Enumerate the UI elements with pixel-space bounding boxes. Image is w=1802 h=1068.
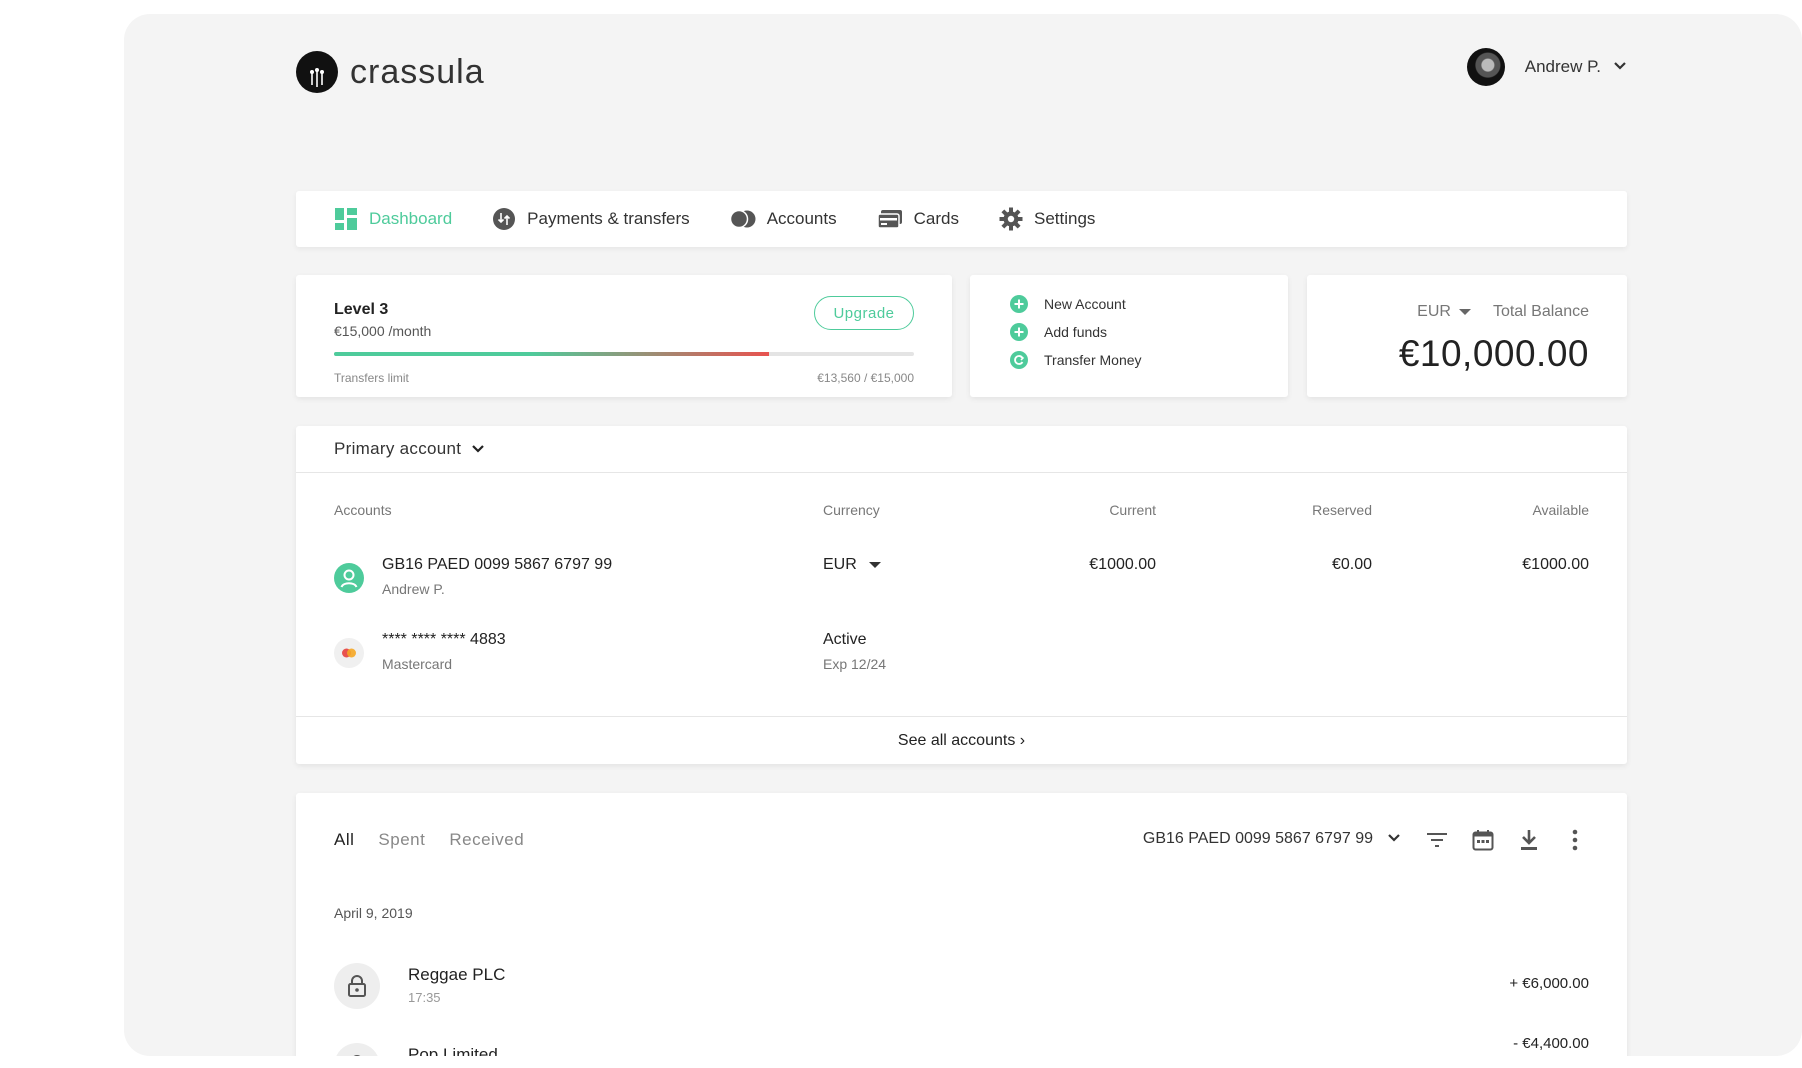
- app-window: crassula Andrew P. Dashboard Payments & …: [124, 14, 1802, 1056]
- mastercard-icon: [334, 638, 364, 668]
- nav-label: Dashboard: [369, 209, 453, 228]
- brand-logo[interactable]: crassula: [296, 50, 485, 94]
- total-balance-card: EUR Total Balance €10,000.00: [1307, 275, 1627, 397]
- column-header-available: Available: [1532, 502, 1589, 518]
- avatar: [1466, 48, 1505, 86]
- column-header-currency: Currency: [823, 502, 880, 518]
- filter-icon[interactable]: [1423, 826, 1451, 854]
- see-all-accounts-link[interactable]: See all accounts ›: [296, 716, 1627, 764]
- logo-icon: [296, 51, 338, 93]
- accounts-icon: [729, 207, 756, 231]
- chevron-down-icon: [1387, 830, 1401, 848]
- transactions-panel: All Spent Received GB16 PAED 0099 5867 6…: [296, 793, 1627, 1056]
- balance-label: Total Balance: [1492, 303, 1589, 320]
- tab-all[interactable]: All: [334, 830, 354, 850]
- card-number[interactable]: **** **** **** 4883: [382, 631, 506, 649]
- transfers-limit-fill: [334, 352, 769, 356]
- level-card: Level 3 €15,000 /month Upgrade Transfers…: [296, 275, 952, 397]
- transaction-amount: + €6,000.00: [1509, 975, 1589, 992]
- account-current: €1000.00: [1089, 556, 1156, 573]
- card-expiry: Exp 12/24: [823, 656, 887, 672]
- transaction-name: Reggae PLC: [408, 965, 506, 984]
- nav-label: Settings: [1033, 209, 1096, 228]
- nav-item-cards[interactable]: Cards: [876, 207, 959, 231]
- lock-icon: [334, 963, 380, 1009]
- transfers-limit-bar: [334, 352, 914, 356]
- transaction-amount: - €4,400.00: [1513, 1035, 1589, 1052]
- main-nav: Dashboard Payments & transfers Accounts …: [296, 191, 1627, 247]
- more-options-icon[interactable]: [1561, 826, 1589, 854]
- nav-item-settings[interactable]: Settings: [999, 207, 1095, 231]
- chevron-down-icon: [1613, 58, 1627, 76]
- account-selector[interactable]: Primary account: [296, 426, 1627, 473]
- user-account-icon: [334, 563, 364, 593]
- transaction-row[interactable]: Pop Limited - €4,400.00: [296, 1035, 1627, 1056]
- tab-received[interactable]: Received: [449, 830, 524, 850]
- transaction-name: Pop Limited: [408, 1045, 498, 1056]
- account-iban[interactable]: GB16 PAED 0099 5867 6797 99: [382, 556, 612, 574]
- level-limit-amount: €15,000 /month: [334, 323, 432, 339]
- nav-item-payments[interactable]: Payments & transfers: [492, 207, 690, 231]
- caret-down-icon: [1458, 303, 1471, 321]
- tab-spent[interactable]: Spent: [378, 830, 425, 850]
- transaction-row[interactable]: Reggae PLC 17:35 + €6,000.00: [296, 963, 1627, 1023]
- lock-icon: [334, 1043, 380, 1056]
- account-holder: Andrew P.: [382, 581, 445, 597]
- nav-label: Accounts: [766, 209, 837, 228]
- dashboard-icon: [334, 207, 358, 231]
- chevron-down-icon: [471, 439, 485, 459]
- accounts-panel: Primary account Accounts Currency Curren…: [296, 426, 1627, 764]
- cards-icon: [876, 207, 903, 231]
- calendar-icon[interactable]: [1469, 826, 1497, 854]
- transaction-date: April 9, 2019: [334, 905, 413, 921]
- caret-down-icon: [868, 556, 881, 574]
- transaction-tabs: All Spent Received: [334, 830, 548, 850]
- user-menu[interactable]: Andrew P.: [1466, 48, 1627, 86]
- download-icon[interactable]: [1515, 826, 1543, 854]
- brand-name: crassula: [350, 52, 485, 91]
- balance-currency: EUR: [1417, 303, 1451, 320]
- account-reserved: €0.00: [1331, 556, 1372, 573]
- card-status: Active: [823, 631, 867, 648]
- payments-icon: [492, 207, 516, 231]
- transfer-money-action[interactable]: Transfer Money: [1010, 351, 1142, 369]
- transfers-limit-label: Transfers limit: [334, 371, 409, 385]
- level-title: Level 3: [334, 301, 389, 318]
- account-selector-label: Primary account: [334, 439, 462, 458]
- action-label: New Account: [1044, 296, 1126, 312]
- quick-actions-card: New Account Add funds Transfer Money: [970, 275, 1288, 397]
- upgrade-button[interactable]: Upgrade: [814, 296, 914, 330]
- balance-value: €10,000.00: [1398, 333, 1589, 374]
- new-account-action[interactable]: New Account: [1010, 295, 1126, 313]
- account-currency: EUR: [823, 556, 857, 573]
- transfer-icon: [1010, 351, 1028, 369]
- column-header-reserved: Reserved: [1312, 502, 1372, 518]
- user-name: Andrew P.: [1524, 57, 1601, 76]
- nav-label: Payments & transfers: [527, 209, 690, 228]
- account-available: €1000.00: [1522, 556, 1589, 573]
- content-area: crassula Andrew P. Dashboard Payments & …: [296, 14, 1627, 1056]
- card-brand: Mastercard: [382, 656, 453, 672]
- nav-item-dashboard[interactable]: Dashboard: [334, 207, 452, 231]
- action-label: Add funds: [1044, 324, 1108, 340]
- account-filter-label: GB16 PAED 0099 5867 6797 99: [1142, 830, 1373, 847]
- transfers-limit-value: €13,560 / €15,000: [817, 371, 914, 385]
- plus-circle-icon: [1010, 323, 1028, 341]
- plus-circle-icon: [1010, 295, 1028, 313]
- add-funds-action[interactable]: Add funds: [1010, 323, 1107, 341]
- column-header-current: Current: [1109, 502, 1156, 518]
- nav-item-accounts[interactable]: Accounts: [729, 207, 837, 231]
- balance-currency-select[interactable]: EUR: [1417, 303, 1471, 321]
- transaction-account-filter[interactable]: GB16 PAED 0099 5867 6797 99: [1143, 830, 1401, 848]
- nav-label: Cards: [913, 209, 959, 228]
- action-label: Transfer Money: [1044, 352, 1142, 368]
- transaction-time: 17:35: [408, 990, 441, 1005]
- gear-icon: [999, 207, 1023, 231]
- account-currency-select[interactable]: EUR: [823, 556, 881, 574]
- column-header-accounts: Accounts: [334, 502, 392, 518]
